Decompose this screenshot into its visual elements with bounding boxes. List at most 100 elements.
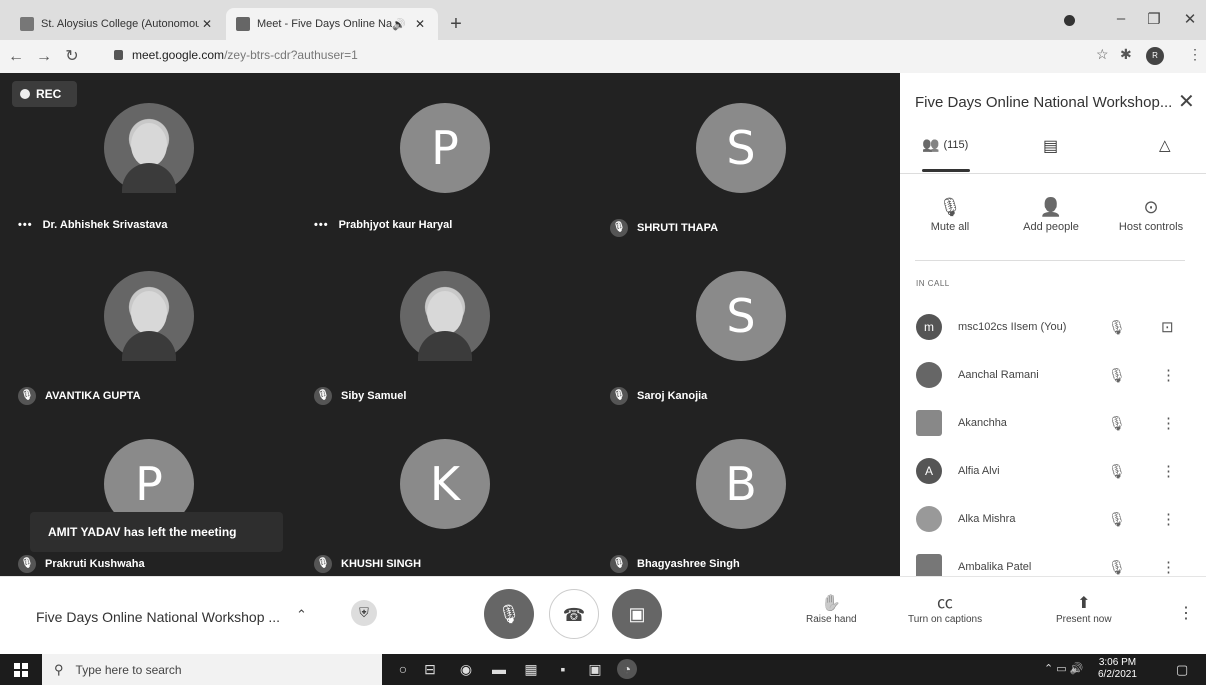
extensions-icon[interactable]: ✱ — [1120, 46, 1132, 63]
participant-tile[interactable]: ••• Dr. Abhishek Srivastava — [0, 73, 290, 233]
new-tab-button[interactable]: + — [445, 14, 467, 36]
close-panel-icon[interactable]: ✕ — [1178, 89, 1195, 114]
mute-all-button[interactable]: 🎙 Mute all — [905, 193, 995, 233]
participant-tile[interactable]: 🎙 AVANTIKA GUPTA — [0, 241, 290, 405]
participant-row[interactable]: Ambalika Patel 🎙 ⋮ — [916, 547, 1196, 576]
browser-profile-icon[interactable] — [1064, 15, 1075, 26]
more-options-icon[interactable]: ⋮ — [1161, 414, 1176, 432]
tab-chat[interactable]: ▤ — [1043, 136, 1058, 156]
more-options-icon[interactable]: ⋮ — [1161, 510, 1176, 528]
forward-button[interactable]: → — [32, 45, 56, 69]
minimize-button[interactable]: – — [1109, 10, 1133, 27]
captions-label: Turn on captions — [908, 614, 983, 625]
more-options-icon[interactable]: ⋮ — [1161, 558, 1176, 576]
participant-name: Prabhjyot kaur Haryal — [338, 219, 453, 231]
action-label: Add people — [1023, 221, 1079, 233]
participant-name: Prakruti Kushwaha — [45, 558, 145, 570]
people-icon: 👥 — [922, 136, 940, 152]
file-explorer-icon[interactable]: ▬ — [489, 659, 509, 679]
participant-row[interactable]: Aanchal Ramani 🎙 ⋮ — [916, 355, 1196, 395]
browser-tab-st-aloysius[interactable]: St. Aloysius College (Autonomou ✕ — [10, 8, 225, 40]
participant-row[interactable]: m msc102cs IIsem (You) 🎙 ⊡ — [916, 307, 1196, 347]
add-people-button[interactable]: 👤 Add people — [1006, 193, 1096, 233]
participant-name: Alfia Alvi — [958, 465, 1000, 477]
chat-icon: ▤ — [1043, 138, 1059, 155]
meeting-controls-bar: Five Days Online National Workshop ... ⌃… — [0, 576, 1206, 654]
participant-tile[interactable]: K 🎙 KHUSHI SINGH — [296, 409, 586, 573]
maximize-button[interactable]: ❐ — [1142, 10, 1166, 28]
participant-row[interactable]: A Alfia Alvi 🎙 ⋮ — [916, 451, 1196, 491]
mic-off-icon: 🎙 — [610, 555, 628, 573]
mic-off-icon: 🎙 — [18, 555, 36, 573]
pin-icon[interactable]: ⊡ — [1161, 318, 1174, 336]
participant-tile[interactable]: S 🎙 SHRUTI THAPA — [592, 73, 882, 237]
participant-row[interactable]: Akanchha 🎙 ⋮ — [916, 403, 1196, 443]
browser-menu-icon[interactable]: ⋮ — [1188, 46, 1202, 63]
participant-name: Dr. Abhishek Srivastava — [42, 219, 168, 231]
participant-avatar — [916, 554, 942, 576]
raise-hand-button[interactable]: ✋ Raise hand — [806, 594, 857, 625]
close-window-button[interactable]: ✕ — [1178, 10, 1202, 28]
cortana-icon[interactable]: ○ — [393, 659, 413, 679]
toggle-icon: ⊙ — [1143, 197, 1159, 217]
mic-off-icon: 🎙 — [1108, 318, 1126, 335]
participant-avatar — [916, 410, 942, 436]
back-button[interactable]: ← — [4, 45, 28, 69]
audio-playing-icon[interactable]: 🔊 — [392, 18, 406, 31]
more-options-icon[interactable]: ••• — [18, 219, 33, 231]
shield-icon[interactable]: ⛨ — [351, 600, 377, 626]
lock-icon — [114, 50, 123, 60]
more-options-icon[interactable]: ••• — [314, 219, 329, 231]
participant-name: Alka Mishra — [958, 513, 1016, 525]
browser-tab-meet[interactable]: Meet - Five Days Online Nat 🔊 ✕ — [226, 8, 438, 40]
video-app-icon[interactable]: ▪ — [553, 659, 573, 679]
participant-row[interactable]: Alka Mishra 🎙 ⋮ — [916, 499, 1196, 539]
photos-icon[interactable]: ▣ — [585, 659, 605, 679]
tab-activities[interactable]: △ — [1159, 136, 1171, 154]
address-bar[interactable]: meet.google.com/zey-btrs-cdr?authuser=1 — [114, 48, 358, 62]
meeting-title[interactable]: Five Days Online National Workshop ... — [36, 609, 280, 625]
close-tab-icon[interactable]: ✕ — [199, 17, 215, 31]
mic-off-icon: 🎙 — [1108, 462, 1126, 479]
more-options-icon[interactable]: ⋮ — [1178, 603, 1194, 623]
clock[interactable]: 3:06 PM 6/2/2021 — [1098, 657, 1137, 681]
divider — [915, 260, 1185, 261]
college-favicon-icon — [20, 17, 34, 31]
in-call-section-label: IN CALL — [916, 279, 950, 288]
hand-icon: ✋ — [821, 595, 842, 612]
mic-off-icon: 🎙 — [497, 604, 521, 624]
store-icon[interactable]: ▦ — [521, 659, 541, 679]
present-now-button[interactable]: ⬆ Present now — [1056, 594, 1112, 625]
notifications-icon[interactable]: ▢ — [1176, 662, 1188, 678]
tab-people[interactable]: 👥 (115) — [922, 136, 968, 153]
leave-call-button[interactable]: ☎ — [549, 589, 599, 639]
microphone-toggle-button[interactable]: 🎙 — [484, 589, 534, 639]
close-tab-icon[interactable]: ✕ — [412, 17, 428, 31]
profile-avatar[interactable]: R — [1146, 47, 1164, 65]
active-tab-indicator — [922, 169, 970, 172]
task-view-icon[interactable]: ⊟ — [420, 659, 440, 679]
chevron-up-icon[interactable]: ⌃ — [296, 607, 307, 623]
participant-tile[interactable]: P ••• Prabhjyot kaur Haryal — [296, 73, 586, 233]
participant-tile[interactable]: S 🎙 Saroj Kanojia — [592, 241, 882, 405]
participant-tile[interactable]: 🎙 Siby Samuel — [296, 241, 586, 405]
windows-start-icon[interactable] — [14, 663, 28, 677]
captions-button[interactable]: ㏄ Turn on captions — [908, 594, 982, 625]
participant-tile[interactable]: B 🎙 Bhagyashree Singh — [592, 409, 882, 573]
participant-avatar — [916, 362, 942, 388]
mic-off-icon: 🎙 — [610, 387, 628, 405]
reload-button[interactable]: ↻ — [60, 45, 84, 69]
more-options-icon[interactable]: ⋮ — [1161, 462, 1176, 480]
more-options-icon[interactable]: ⋮ — [1161, 366, 1176, 384]
host-controls-button[interactable]: ⊙ Host controls — [1106, 193, 1196, 233]
tab-title: Meet - Five Days Online Nat — [257, 18, 393, 30]
chrome-icon[interactable]: ◔ — [617, 659, 637, 679]
edge-icon[interactable]: ◉ — [456, 659, 476, 679]
activities-icon: △ — [1159, 137, 1171, 154]
system-tray-icons[interactable]: ⌃ ▭ 🔊 — [1044, 662, 1083, 675]
taskbar-search-input[interactable]: ⚲ Type here to search — [42, 654, 382, 685]
bookmark-star-icon[interactable]: ☆ — [1096, 46, 1109, 63]
left-meeting-toast: AMIT YADAV has left the meeting — [30, 512, 283, 552]
action-label: Host controls — [1118, 221, 1184, 233]
camera-toggle-button[interactable]: ▣ — [612, 589, 662, 639]
